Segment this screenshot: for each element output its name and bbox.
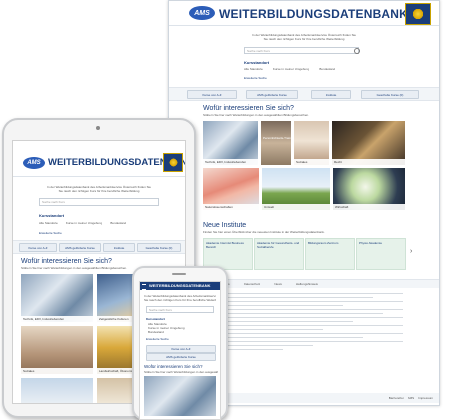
location-options: Alle Standorte Kurse in meiner Umgebung … — [244, 67, 364, 71]
institutes-button[interactable]: Institute — [311, 90, 351, 99]
courses-a-z-button[interactable]: Kurse von A-Z — [146, 345, 216, 353]
category-tile-technik[interactable] — [144, 376, 216, 416]
phone-speaker-icon — [172, 273, 186, 275]
advanced-search-link[interactable]: Erweiterte Suche — [39, 231, 62, 235]
search-placeholder: Suche nach Kurs — [42, 200, 65, 204]
footer-link[interactable]: Barrierefrei — [389, 396, 404, 400]
tile-caption: Soziales — [294, 159, 329, 165]
search-placeholder: Suche nach Kurs — [149, 307, 172, 312]
header-divider — [169, 25, 439, 26]
tile-caption: Soziales — [21, 368, 93, 374]
phone-device: WEITERBILDUNGSDATENBANK In der Weiterbil… — [132, 266, 228, 420]
ministry-crest-icon — [163, 153, 183, 172]
ams-logo-text: AMS — [194, 9, 210, 17]
ams-courses-button[interactable]: AMS geförderte Kurse — [246, 90, 298, 99]
category-tile-soziales[interactable]: Soziales — [21, 326, 93, 374]
tile-caption: Technik, EDV, Industrieberufen — [21, 316, 93, 322]
category-tile-recht[interactable]: Recht — [332, 121, 405, 165]
tile-caption: Technik, EDV, Industrieberufen — [203, 159, 258, 165]
category-tile-technik[interactable]: Technik, EDV, Industrieberufen — [21, 274, 93, 322]
institute-title: Bildungsraum Zentrum — [308, 241, 339, 245]
category-tile-wirtschaft[interactable]: Wirtschaft — [333, 168, 405, 210]
search-input[interactable]: Suche nach Kurs — [244, 47, 359, 54]
ams-logo-text: AMS — [27, 160, 41, 166]
header-divider — [13, 176, 185, 177]
category-tile-technik[interactable]: Technik, EDV, Industrieberufen — [203, 121, 258, 165]
institute-card[interactable]: Akademie für Gesundheits- und Sozialberu… — [254, 238, 304, 270]
institute-title: Akademie Internist Business Bereich — [206, 241, 244, 249]
footer-tab[interactable]: Haftungshinweis — [296, 282, 318, 286]
location-option[interactable]: Bundesland — [148, 330, 164, 334]
location-options: Alle Standorte Kurse in meiner Umgebung … — [39, 221, 159, 225]
footer-link[interactable]: Impressum — [418, 396, 433, 400]
location-option[interactable]: Kurse in meiner Umgebung — [66, 221, 103, 225]
location-option[interactable]: Bundesland — [110, 221, 126, 225]
footer-tab[interactable]: News — [274, 282, 282, 286]
tile-caption: Recht — [332, 159, 405, 165]
phone-screen: WEITERBILDUNGSDATENBANK In der Weiterbil… — [139, 281, 221, 420]
interests-heading: Wofür interessieren Sie sich? — [203, 105, 294, 112]
phone-header-bar: WEITERBILDUNGSDATENBANK — [140, 282, 220, 290]
phone-interests-subheading: Stöbern Sie hier nach Weiterbildungen in… — [144, 370, 218, 374]
menu-icon[interactable] — [142, 284, 146, 290]
app-title: WEITERBILDUNGSDATENBANK — [219, 7, 409, 21]
interests-heading: Wofür interessieren Sie sich? — [21, 258, 112, 265]
location-option[interactable]: Kurse in meiner Umgebung — [273, 67, 310, 71]
category-tile-training[interactable]: Persönlichkeits-Training — [261, 121, 291, 165]
tile-caption: Naturwissenschaften — [203, 204, 259, 210]
location-option[interactable]: Alle Standorte — [244, 67, 263, 71]
kursstandort-label: Kursstandort — [39, 213, 65, 218]
new-institutes-subheading: Finden Sie hier einen Überblick über die… — [203, 230, 325, 234]
courses-a-z-button[interactable]: Kurse von A-Z — [19, 243, 57, 252]
footer-link[interactable]: AMS — [408, 396, 415, 400]
institutes-button[interactable]: Institute — [103, 243, 135, 252]
institute-card[interactable]: Bildungsraum Zentrum — [305, 238, 355, 270]
phone-app-title: WEITERBILDUNGSDATENBANK — [149, 283, 211, 288]
ministry-crest-icon — [405, 3, 431, 25]
action-bar: Kurse von A-Z AMS geförderte Kurse Insti… — [13, 240, 185, 254]
search-placeholder: Suche nach Kurs — [247, 48, 270, 53]
saved-courses-button[interactable]: Geschulte Kurse (0) — [361, 90, 419, 99]
desktop-header: AMS WEITERBILDUNGSDATENBANK — [169, 1, 439, 25]
tile-caption: Persönlichkeits-Training — [263, 136, 291, 140]
category-tile-soziales[interactable]: Soziales — [294, 121, 329, 165]
kursstandort-label: Kursstandort — [244, 60, 270, 65]
category-tile-umwelt[interactable]: Umwelt — [262, 168, 330, 210]
search-icon[interactable] — [354, 48, 360, 54]
institute-title: Physio Akademie — [359, 241, 383, 245]
search-input[interactable]: Suche nach Kurs — [39, 198, 159, 206]
ams-courses-button[interactable]: AMS geförderte Kurse — [59, 243, 101, 252]
advanced-search-link[interactable]: Erweiterte Suche — [146, 337, 169, 341]
intro-line-2: Sie rasch den richtigen Kurs für Ihre be… — [144, 298, 216, 302]
location-option[interactable]: Bundesland — [319, 67, 335, 71]
category-tile-extra[interactable] — [21, 378, 93, 403]
intro-line-2: Sie rasch den richtigen Kurs für Ihre be… — [58, 189, 140, 193]
ams-courses-button[interactable]: AMS geförderte Kurse — [146, 353, 216, 361]
courses-a-z-button[interactable]: Kurse von A-Z — [187, 90, 237, 99]
phone-interests-heading: Wofür interessieren Sie sich? — [144, 364, 203, 369]
advanced-search-link[interactable]: Erweiterte Suche — [244, 76, 267, 80]
interests-subheading: Stöbern Sie hier nach Weiterbildungen in… — [203, 113, 310, 117]
intro-line-2: Sie rasch den richtigen Kurs für Ihre be… — [263, 37, 345, 41]
saved-courses-button[interactable]: Geschulte Kurse (0) — [137, 243, 181, 252]
ams-logo[interactable]: AMS — [23, 157, 45, 169]
institute-title: Akademie für Gesundheits- und Sozialberu… — [257, 241, 300, 249]
footer-text-block — [203, 293, 403, 350]
kursstandort-label: Kursstandort — [146, 317, 165, 321]
tile-caption: Wirtschaft — [333, 204, 405, 210]
action-bar: Kurse von A-Z AMS geförderte Kurse Insti… — [169, 87, 439, 101]
tablet-camera-icon — [96, 126, 100, 130]
search-input[interactable]: Suche nach Kurs — [146, 306, 214, 313]
carousel-next-icon[interactable]: › — [410, 248, 412, 255]
new-institutes-heading: Neue Institute — [203, 222, 247, 229]
tile-caption: Umwelt — [262, 204, 330, 210]
ams-logo[interactable]: AMS — [189, 6, 215, 20]
footer-tab[interactable]: Datenschutz — [244, 282, 261, 286]
location-option[interactable]: Alle Standorte — [39, 221, 58, 225]
category-tile-naturwissenschaften[interactable]: Naturwissenschaften — [203, 168, 259, 210]
institute-card[interactable]: Physio Akademie — [356, 238, 406, 270]
